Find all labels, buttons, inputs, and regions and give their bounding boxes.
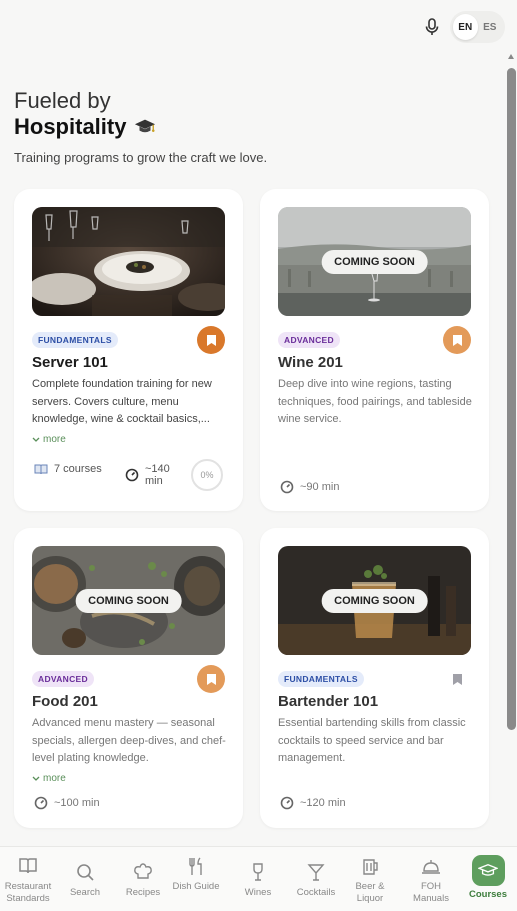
graduation-cap-icon: [478, 863, 498, 876]
chevron-down-icon: [32, 776, 40, 781]
nav-item-cocktails[interactable]: Cocktails: [287, 861, 345, 899]
search-icon: [77, 864, 94, 881]
wine-icon: [253, 863, 263, 881]
graduation-cap-icon: [135, 119, 156, 133]
course-description: Deep dive into wine regions, tasting tec…: [278, 378, 472, 425]
coming-soon-badge: COMING SOON: [75, 588, 182, 613]
course-title: Food 201: [32, 693, 98, 710]
hero-title-line1: Fueled by: [14, 88, 111, 113]
lang-option-es[interactable]: ES: [478, 14, 503, 40]
cloche-icon: [422, 860, 440, 874]
more-toggle[interactable]: more: [32, 434, 66, 445]
badge-fundamentals: FUNDAMENTALS: [32, 332, 118, 348]
badge-advanced: ADVANCED: [32, 671, 94, 687]
course-duration: ~100 min: [34, 796, 100, 810]
course-description: Essential bartending skills from classic…: [278, 717, 466, 764]
scroll-up-arrow[interactable]: [508, 54, 514, 59]
book-icon: [34, 464, 48, 475]
chef-hat-icon: [134, 863, 152, 879]
nav-item-beer-liquor[interactable]: Beer & Liquor: [341, 855, 399, 905]
nav-label: FOH Manuals: [413, 881, 449, 904]
duration-text: ~100 min: [54, 797, 100, 809]
scrollbar[interactable]: [506, 52, 516, 842]
course-image-bartender: COMING SOON: [278, 546, 471, 655]
beer-icon: [363, 859, 378, 875]
course-image-server: [32, 207, 225, 316]
timer-icon: [280, 480, 294, 494]
duration-text: ~90 min: [300, 481, 340, 493]
course-count: 7 courses: [34, 463, 102, 475]
hero-subtitle: Training programs to grow the craft we l…: [14, 150, 268, 165]
course-title: Server 101: [32, 354, 108, 371]
bookmark-button[interactable]: [443, 326, 471, 354]
chevron-down-icon: [32, 437, 40, 442]
nav-item-courses[interactable]: Courses: [459, 855, 517, 901]
course-image-wine: COMING SOON: [278, 207, 471, 316]
timer-icon: [280, 796, 294, 810]
more-toggle[interactable]: more: [32, 773, 66, 784]
more-label: more: [43, 434, 66, 445]
course-image-food: COMING SOON: [32, 546, 225, 655]
course-card-food-201[interactable]: COMING SOON ADVANCED Food 201 Advanced m…: [14, 528, 243, 828]
course-description: Complete foundation training for new ser…: [32, 378, 212, 425]
course-count-text: 7 courses: [54, 463, 102, 475]
bookmark-icon: [206, 673, 216, 685]
progress-ring: 0%: [191, 459, 223, 491]
course-card-server-101[interactable]: FUNDAMENTALS Server 101 Complete foundat…: [14, 189, 243, 511]
nav-item-search[interactable]: Search: [56, 861, 114, 899]
bookmark-icon: [452, 673, 462, 685]
nav-item-wines[interactable]: Wines: [229, 861, 287, 899]
coming-soon-badge: COMING SOON: [321, 249, 428, 274]
nav-item-restaurant-standards[interactable]: Restaurant Standards: [0, 855, 57, 905]
course-description: Advanced menu mastery — seasonal special…: [32, 717, 226, 764]
nav-active-indicator: [471, 855, 505, 886]
course-title: Bartender 101: [278, 693, 379, 710]
badge-advanced: ADVANCED: [278, 332, 340, 348]
nav-label: Search: [69, 887, 101, 898]
course-duration: ~140 min: [125, 463, 179, 487]
bookmark-button[interactable]: [197, 665, 225, 693]
nav-label: Restaurant Standards: [4, 881, 52, 904]
nav-label: Recipes: [125, 887, 161, 898]
coming-soon-badge: COMING SOON: [321, 588, 428, 613]
nav-label: Beer & Liquor: [355, 881, 385, 904]
timer-icon: [125, 468, 139, 482]
course-title: Wine 201: [278, 354, 343, 371]
utensils-icon: [189, 857, 202, 875]
bookmark-icon: [206, 334, 216, 346]
duration-text: ~140 min: [145, 463, 170, 487]
nav-item-recipes[interactable]: Recipes: [114, 861, 172, 899]
nav-label: Cocktails: [296, 887, 336, 898]
top-bar: EN ES: [0, 0, 517, 56]
scroll-thumb[interactable]: [507, 68, 516, 730]
bookmark-button[interactable]: [443, 665, 471, 693]
timer-icon: [34, 796, 48, 810]
nav-label: Wines: [244, 887, 272, 898]
microphone-icon[interactable]: [423, 16, 441, 38]
lang-option-en[interactable]: EN: [453, 14, 478, 40]
course-duration: ~120 min: [280, 796, 346, 810]
course-card-wine-201[interactable]: COMING SOON ADVANCED Wine 201 Deep dive …: [260, 189, 489, 511]
course-duration: ~90 min: [280, 480, 339, 494]
language-toggle[interactable]: EN ES: [450, 11, 505, 43]
hero-title-text: Hospitality: [14, 114, 127, 139]
hero-title-line2: Hospitality: [14, 114, 156, 140]
course-card-bartender-101[interactable]: COMING SOON FUNDAMENTALS Bartender 101 E…: [260, 528, 489, 828]
more-label: more: [43, 773, 66, 784]
duration-text: ~120 min: [300, 797, 346, 809]
bottom-nav: Restaurant Standards Search Recipes Dish…: [0, 846, 517, 911]
bookmark-icon: [452, 334, 462, 346]
cocktail-icon: [307, 864, 325, 881]
nav-item-foh-manuals[interactable]: FOH Manuals: [402, 855, 460, 905]
nav-label: Courses: [468, 889, 507, 900]
badge-fundamentals: FUNDAMENTALS: [278, 671, 364, 687]
book-icon: [19, 858, 37, 874]
nav-label: Dish Guide: [172, 881, 220, 892]
bookmark-button[interactable]: [197, 326, 225, 354]
nav-item-dish-guide[interactable]: Dish Guide: [167, 855, 225, 893]
